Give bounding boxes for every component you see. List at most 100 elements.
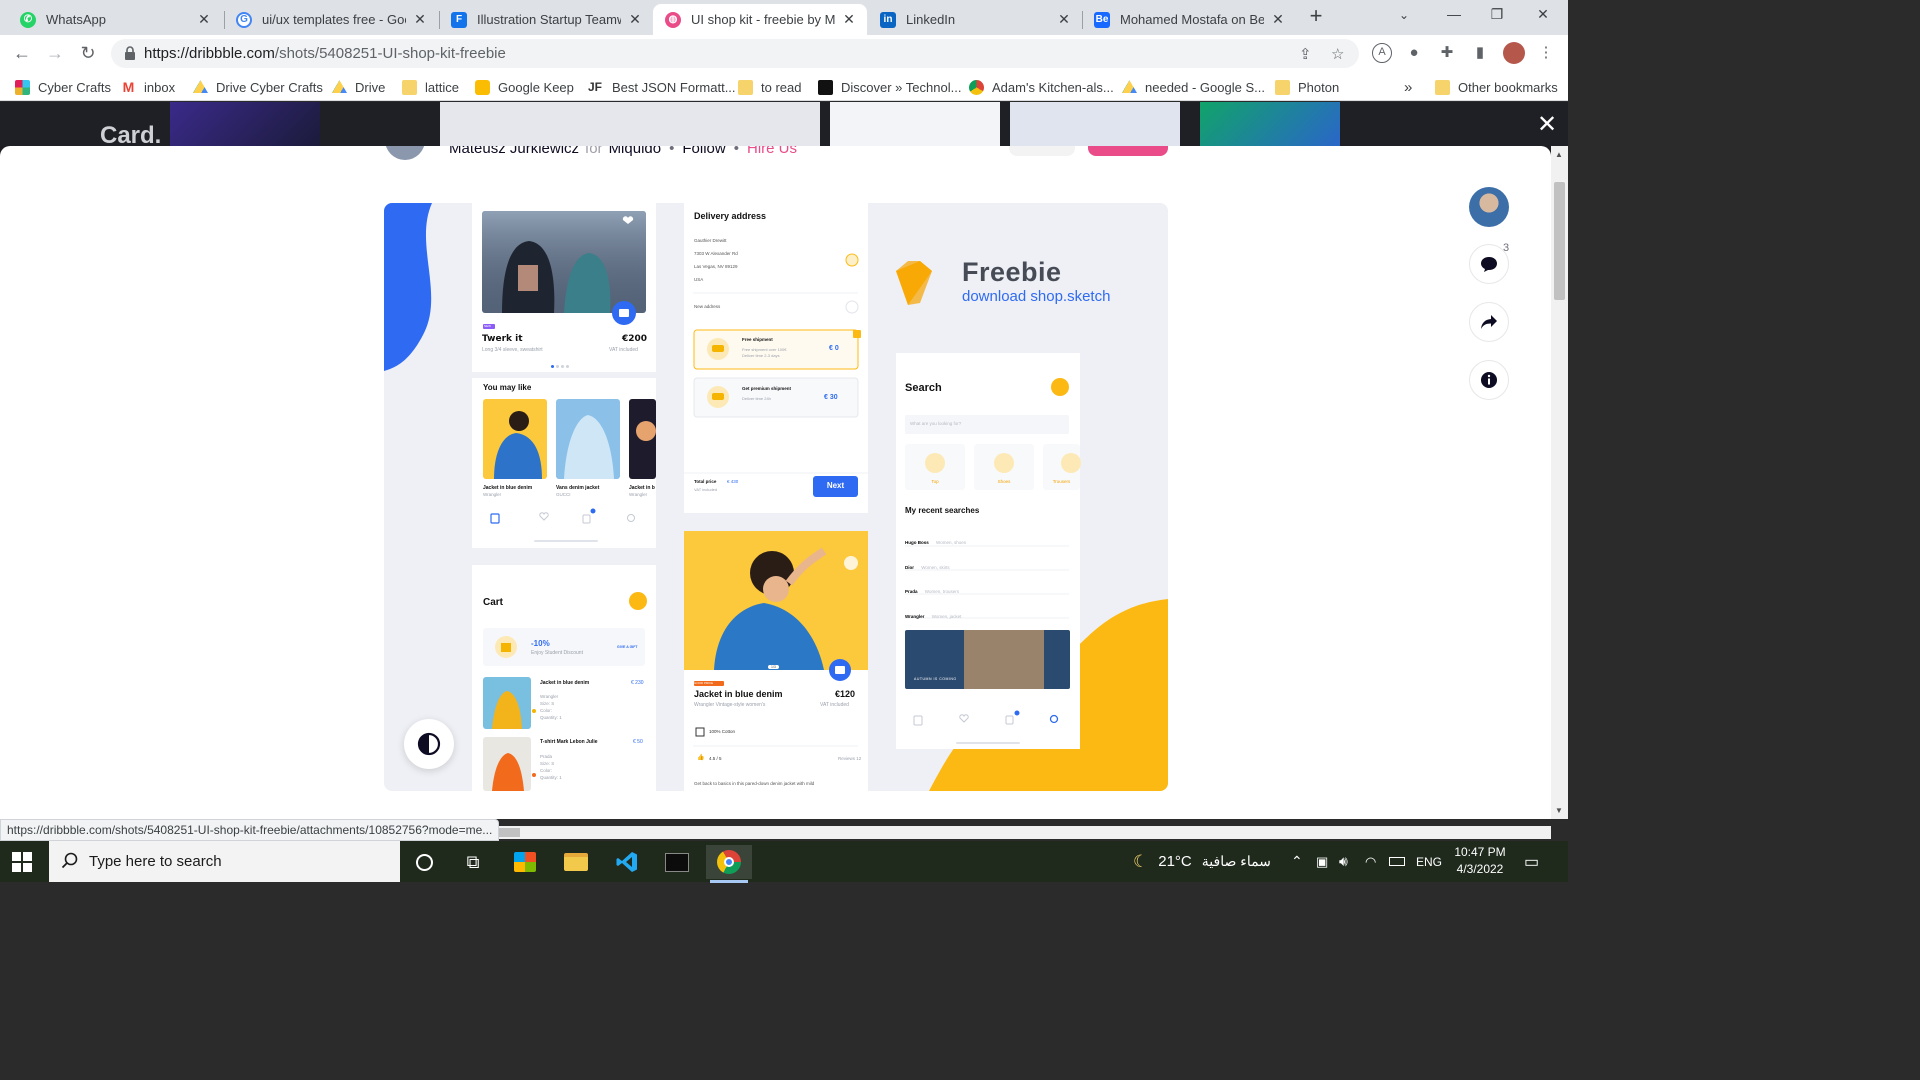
tab-dribbble[interactable]: ◍ UI shop kit - freebie by Mat ✕ [653,4,867,35]
follow-link[interactable]: Follow [682,146,725,157]
hire-us-link[interactable]: Hire Us [747,146,797,157]
tab-google-search[interactable]: G ui/ux templates free - Goog ✕ [224,4,438,35]
close-window-icon[interactable]: ✕ [1533,6,1553,23]
shot-image[interactable]: Twerk it €200 Long 3/4 sleeve, sweatshir… [384,203,1168,791]
taskbar-search-placeholder: Type here to search [89,853,222,870]
color-swatch [532,773,536,777]
behance-icon: Be [1094,11,1110,28]
close-icon[interactable]: ✕ [627,11,643,28]
info-button[interactable] [1469,360,1509,400]
wifi-icon[interactable]: ◠ [1365,841,1376,882]
bookmark-cyber-crafts[interactable]: Cyber Crafts [15,78,111,96]
bookmark-needed-sheet[interactable]: needed - Google S... [1122,78,1265,96]
backdrop-shot-image [830,102,1000,146]
bookmark-drive-cyber-crafts[interactable]: Drive Cyber Crafts [193,78,323,96]
tab-behance[interactable]: Be Mohamed Mostafa on Beha ✕ [1082,4,1296,35]
vscode-icon[interactable] [604,845,650,879]
tab-linkedin[interactable]: in LinkedIn ✕ [868,4,1082,35]
extensions-puzzle-icon[interactable]: ✚ [1437,43,1457,63]
vertical-scrollbar[interactable]: ▲ ▼ [1551,146,1568,819]
chrome-taskbar-icon[interactable] [706,845,752,883]
backdrop-shot-image [1200,102,1340,146]
like-item-name: Jacket in b [629,485,655,491]
cortana-icon[interactable] [401,845,447,879]
close-icon[interactable]: ✕ [196,11,212,28]
address-bar[interactable]: https://dribbble.com/shots/5408251-UI-sh… [111,39,1359,68]
tab-whatsapp[interactable]: ✆ WhatsApp ✕ [8,4,222,35]
bookmark-google-keep[interactable]: Google Keep [475,78,574,96]
taskbar-search[interactable]: Type here to search [49,841,400,882]
other-bookmarks[interactable]: Other bookmarks [1435,78,1558,96]
bookmark-star-icon[interactable]: ☆ [1331,45,1344,63]
menu-kebab-icon[interactable]: ⋮ [1536,43,1556,63]
bookmark-discover[interactable]: Discover » Technol... [818,78,961,96]
bookmark-lattice[interactable]: lattice [402,78,459,96]
profile-switcher-icon[interactable]: ● [1404,43,1424,63]
profile-avatar-icon[interactable] [1503,42,1525,64]
author-name[interactable]: Mateusz Jurkiewicz [449,146,579,157]
close-icon[interactable]: ✕ [1270,11,1286,28]
show-hidden-icons[interactable]: ⌃ [1291,841,1303,882]
side-panel-icon[interactable]: ▮ [1470,43,1490,63]
author-avatar[interactable] [385,146,425,160]
bookmark-inbox[interactable]: M inbox [121,78,175,96]
lock-icon [125,46,135,60]
save-button[interactable] [1009,146,1075,156]
scroll-down-icon[interactable]: ▼ [1555,806,1563,815]
scrollbar-thumb[interactable] [1554,182,1565,300]
battery-icon[interactable] [1389,841,1405,882]
task-view-icon[interactable]: ⧉ [450,845,496,879]
tab-title: ui/ux templates free - Goog [262,12,406,27]
bookmark-label: Cyber Crafts [38,79,111,95]
face-shape [763,576,789,602]
new-tab-button[interactable]: + [1305,5,1327,28]
meet-now-icon[interactable]: ▣ [1316,841,1328,882]
windows-start-icon[interactable] [12,852,32,872]
more-bookmarks-button[interactable]: » [1404,78,1412,96]
weather-widget[interactable]: ☾ 21°C سماء صافية [1133,841,1271,882]
like-button[interactable] [1088,146,1168,156]
pager-dot [556,365,559,368]
scroll-up-icon[interactable]: ▲ [1555,150,1563,159]
theme-toggle-button[interactable] [404,719,454,769]
backdrop-shot-image [1010,102,1180,146]
input-language[interactable]: ENG [1416,841,1442,882]
close-icon[interactable]: ✕ [1536,113,1558,137]
close-icon[interactable]: ✕ [412,11,428,28]
tab-search-icon[interactable]: ⌄ [1394,8,1414,22]
reload-icon[interactable]: ↻ [77,43,99,65]
close-icon[interactable]: ✕ [1056,11,1072,28]
folder-icon [402,79,417,95]
bookmark-json-formatter[interactable]: JF Best JSON Formatt... [586,78,736,96]
extension-a-icon[interactable]: A [1372,43,1392,63]
bookmark-photon[interactable]: Photon [1275,78,1339,96]
back-icon[interactable]: ← [11,43,33,65]
next-button: Next [826,481,845,490]
like-item-brand: Wrangler [629,492,648,497]
tab-freepik[interactable]: F Illustration Startup Teamwo ✕ [439,4,653,35]
minimize-icon[interactable]: — [1444,6,1464,22]
bookmark-adams-kitchen[interactable]: Adam's Kitchen-als... [969,78,1114,96]
microsoft-store-icon[interactable] [502,845,548,879]
file-explorer-icon[interactable] [553,845,599,879]
terminal-icon[interactable] [654,845,700,879]
team-name[interactable]: Miquido [609,146,662,157]
share-icon[interactable]: ⇪ [1299,45,1312,63]
notification-center-icon[interactable]: ▭ [1524,841,1539,882]
bookmark-drive[interactable]: Drive [332,78,385,96]
cart-item-qty: Quantity: 1 [540,715,562,720]
bookmark-to-read[interactable]: to read [738,78,801,96]
forward-icon[interactable]: → [44,43,66,65]
recent-searches-title: My recent searches [905,506,980,515]
drive-icon [1122,80,1137,93]
share-button[interactable] [1469,302,1509,342]
bookmark-label: lattice [425,79,459,95]
address-line: 7303 W Alexander Rd [694,251,738,256]
taskbar-clock[interactable]: 10:47 PM 4/3/2022 [1440,844,1520,878]
restore-icon[interactable]: ❐ [1487,6,1507,23]
close-icon[interactable]: ✕ [841,11,857,28]
tab-strip: ✆ WhatsApp ✕ G ui/ux templates free - Go… [0,0,1568,35]
bookmark-label: Drive [355,79,386,95]
designer-avatar[interactable] [1469,187,1509,227]
volume-icon[interactable]: 🔊︎ [1339,841,1348,882]
